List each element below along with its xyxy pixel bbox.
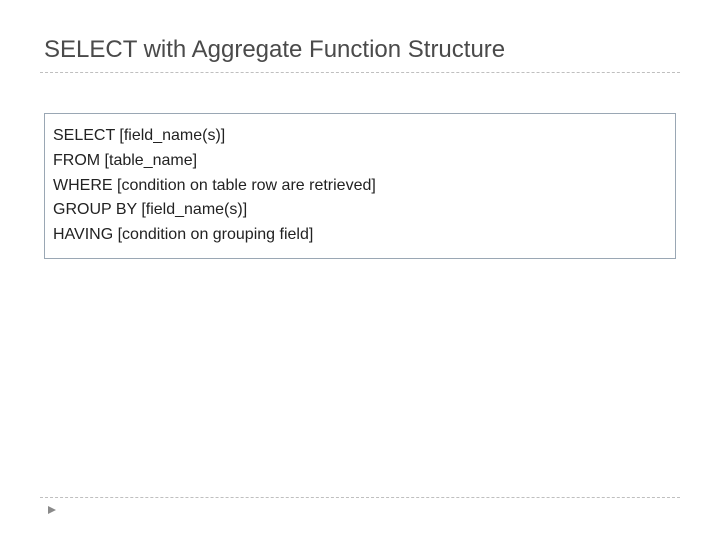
- code-line-where: WHERE [condition on table row are retrie…: [53, 174, 667, 199]
- bullet-arrow-icon: [46, 504, 58, 516]
- divider-bottom: [40, 497, 680, 498]
- code-line-from: FROM [table_name]: [53, 149, 667, 174]
- code-structure-box: SELECT [field_name(s)] FROM [table_name]…: [44, 113, 676, 259]
- keyword-from: FROM: [53, 152, 100, 169]
- code-line-select: SELECT [field_name(s)]: [53, 124, 667, 149]
- code-line-having: HAVING [condition on grouping field]: [53, 223, 667, 248]
- page-title: SELECT with Aggregate Function Structure: [40, 36, 680, 64]
- keyword-where: WHERE: [53, 177, 113, 194]
- code-rest-from: [table_name]: [100, 152, 197, 169]
- code-rest-having: [condition on grouping field]: [113, 226, 313, 243]
- code-line-groupby: GROUP BY [field_name(s)]: [53, 198, 667, 223]
- code-rest-groupby: [field_name(s)]: [137, 201, 247, 218]
- code-rest-select: [field_name(s)]: [115, 127, 225, 144]
- divider-top: [40, 72, 680, 73]
- code-rest-where: [condition on table row are retrieved]: [113, 177, 376, 194]
- keyword-groupby: GROUP BY: [53, 201, 137, 218]
- keyword-select: SELECT: [53, 127, 115, 144]
- keyword-having: HAVING: [53, 226, 113, 243]
